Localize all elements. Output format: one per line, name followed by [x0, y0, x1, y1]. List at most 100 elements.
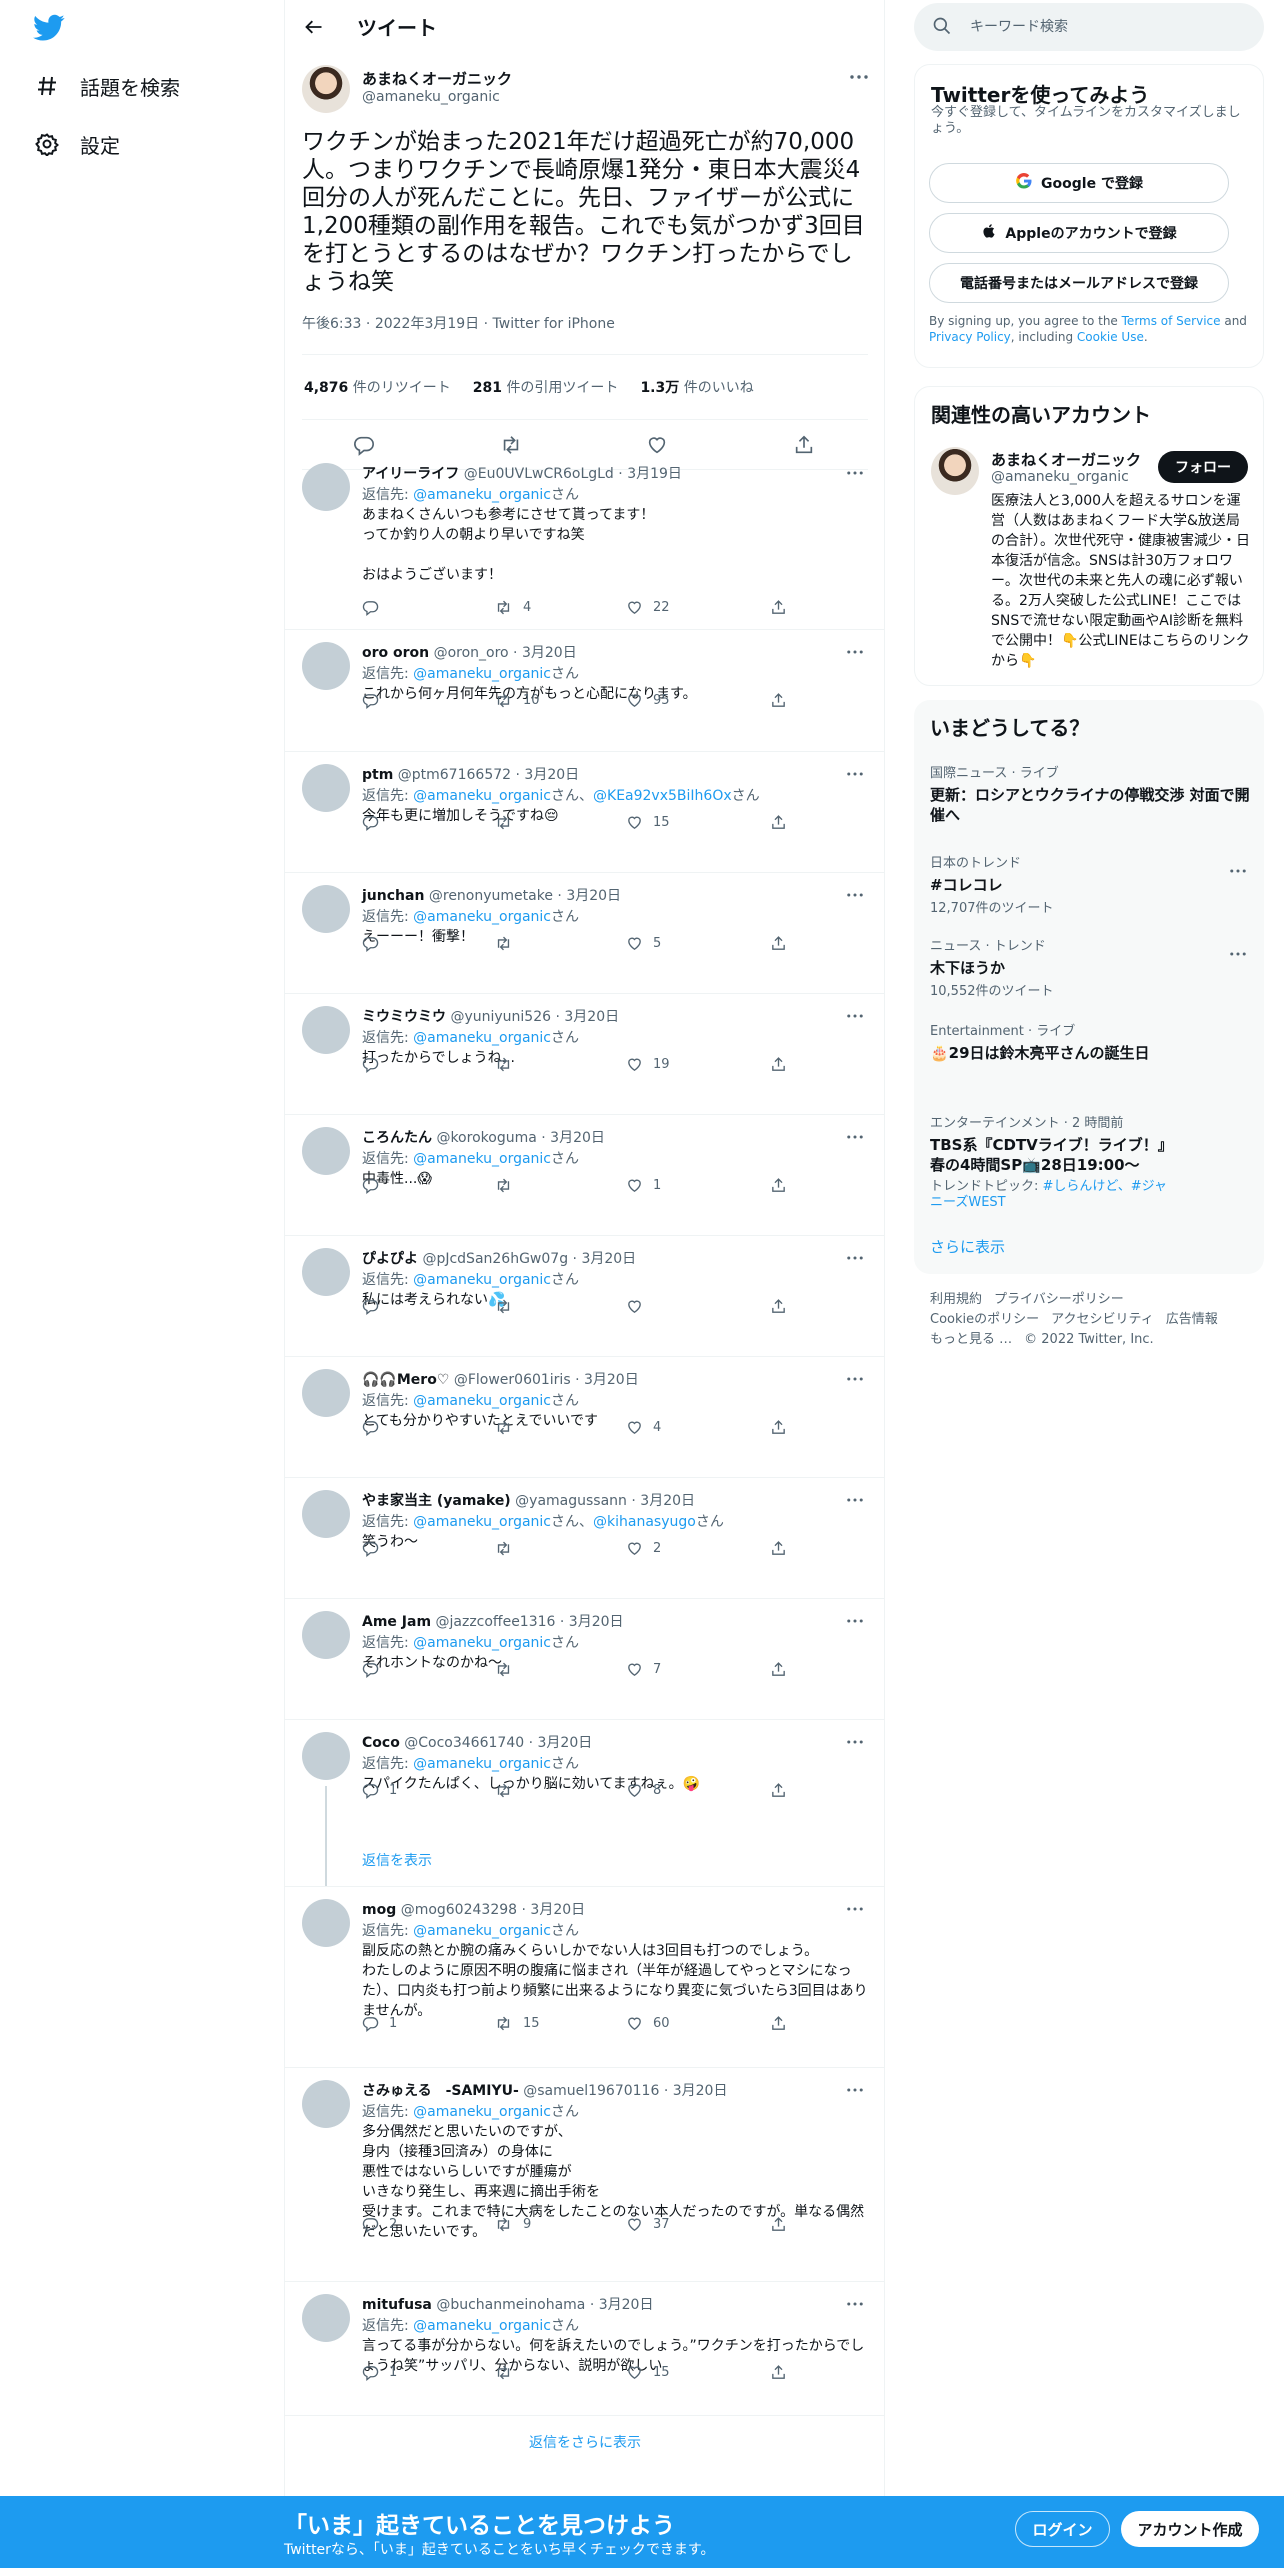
reply-date[interactable]: 3月20日 [640, 1493, 695, 1509]
reply-button[interactable] [362, 599, 389, 616]
more-options-icon[interactable] [1230, 941, 1246, 960]
related-account-avatar[interactable] [931, 447, 979, 495]
like-button[interactable]: 2 [626, 1540, 661, 1557]
share-button[interactable] [770, 2216, 787, 2233]
footer-more-link[interactable]: もっと見る … [930, 1332, 1012, 1347]
reply-to-mention[interactable]: @amaneku_organic [413, 2104, 551, 2120]
retweet-button[interactable] [494, 814, 523, 831]
reply-tweet[interactable]: ころんたん @korokoguma · 3月20日 返信先: @amaneku_o… [285, 1115, 885, 1236]
reply-avatar[interactable] [302, 1127, 350, 1175]
share-button[interactable] [770, 2015, 787, 2032]
reply-avatar[interactable] [302, 1006, 350, 1054]
reply-button[interactable]: 1 [362, 2364, 397, 2381]
reply-tweet[interactable]: アイリーライフ @Eu0UVLwCR6oLgLd · 3月19日 返信先: @am… [285, 451, 885, 630]
reply-avatar[interactable] [302, 463, 350, 511]
reply-date[interactable]: 3月20日 [522, 645, 577, 661]
like-button[interactable]: 7 [626, 1661, 661, 1678]
reply-date[interactable]: 3月20日 [599, 2297, 654, 2313]
like-button[interactable]: 19 [626, 1056, 670, 1073]
reply-date[interactable]: 3月20日 [550, 1130, 605, 1146]
like-button[interactable]: 1 [626, 1177, 661, 1194]
author-avatar[interactable] [302, 65, 350, 113]
see-more-trends-link[interactable]: さらに表示 [930, 1236, 1005, 1257]
reply-date[interactable]: 3月20日 [564, 1009, 619, 1025]
retweet-button[interactable]: 15 [494, 2015, 540, 2032]
reply-author-handle[interactable]: @buchanmeinohama [436, 2297, 585, 2313]
trend-item[interactable]: 日本のトレンド #コレコレ 12,707件のツイート [930, 852, 1250, 916]
share-button[interactable] [770, 599, 787, 616]
reply-date[interactable]: 3月20日 [566, 888, 621, 904]
like-button[interactable]: 15 [626, 814, 670, 831]
reply-author-handle[interactable]: @mog60243298 [401, 1902, 517, 1918]
reply-to-mention[interactable]: @kihanasyugo [593, 1514, 696, 1530]
reply-tweet[interactable]: さみゅえる -SAMIYU- @samuel19670116 · 3月20日 返信… [285, 2068, 885, 2282]
reply-tweet[interactable]: ミウミウミウ @yuniyuni526 · 3月20日 返信先: @amaneku… [285, 994, 885, 1115]
show-more-replies-link[interactable]: 返信をさらに表示 [285, 2432, 885, 2452]
retweet-button[interactable] [494, 1782, 523, 1799]
retweet-button[interactable] [494, 1661, 523, 1678]
reply-date[interactable]: 3月19日 [627, 466, 682, 482]
search-input[interactable] [970, 15, 1250, 39]
show-replies-link[interactable]: 返信を表示 [362, 1850, 432, 1870]
share-button[interactable] [770, 1056, 787, 1073]
twitter-logo-icon[interactable] [33, 14, 65, 42]
reply-author-handle[interactable]: @yuniyuni526 [450, 1009, 551, 1025]
reply-author-handle[interactable]: @oron_oro [434, 645, 509, 661]
reply-button[interactable] [362, 1298, 389, 1315]
share-button[interactable] [770, 935, 787, 952]
create-account-button[interactable]: アカウント作成 [1121, 2511, 1259, 2547]
reply-author-name[interactable]: junchan [362, 888, 424, 904]
nav-explore[interactable]: 話題を検索 [34, 66, 180, 106]
more-options-icon[interactable] [843, 1008, 867, 1024]
more-options-icon[interactable] [843, 1250, 867, 1266]
trend-item[interactable]: 国際ニュース · ライブ 更新：ロシアとウクライナの停戦交渉 対面で開催へ [930, 762, 1250, 825]
phone-email-signup-button[interactable]: 電話番号またはメールアドレスで登録 [929, 263, 1229, 303]
reply-tweet[interactable]: oro oron @oron_oro · 3月20日 返信先: @amaneku_… [285, 630, 885, 752]
more-options-icon[interactable] [843, 1613, 867, 1629]
reply-author-handle[interactable]: @Coco34661740 [404, 1735, 524, 1751]
reply-to-mention[interactable]: @KEa92vx5BiIh6Ox [593, 788, 732, 804]
reply-button[interactable]: 1 [362, 2015, 397, 2032]
reply-avatar[interactable] [302, 642, 350, 690]
reply-to-mention[interactable]: @amaneku_organic [413, 1923, 551, 1939]
reply-tweet[interactable]: mitufusa @buchanmeinohama · 3月20日 返信先: @a… [285, 2282, 885, 2416]
more-options-icon[interactable] [843, 644, 867, 660]
reply-author-name[interactable]: ミウミウミウ [362, 1009, 446, 1025]
reply-date[interactable]: 3月20日 [530, 1902, 585, 1918]
reply-author-handle[interactable]: @Eu0UVLwCR6oLgLd [464, 466, 614, 482]
reply-avatar[interactable] [302, 1611, 350, 1659]
reply-author-handle[interactable]: @jazzcoffee1316 [436, 1614, 556, 1630]
terms-of-service-link[interactable]: Terms of Service [1122, 314, 1221, 328]
reply-author-name[interactable]: 🎧🎧Mero♡ [362, 1372, 449, 1388]
like-button[interactable]: 8 [626, 1782, 661, 1799]
like-button[interactable] [626, 1298, 653, 1315]
reply-author-handle[interactable]: @Flower0601iris [454, 1372, 571, 1388]
reply-avatar[interactable] [302, 1490, 350, 1538]
reply-avatar[interactable] [302, 1248, 350, 1296]
reply-author-name[interactable]: Coco [362, 1735, 400, 1751]
reply-tweet[interactable]: ptm @ptm67166572 · 3月20日 返信先: @amaneku_or… [285, 752, 885, 873]
retweet-button[interactable] [494, 1419, 523, 1436]
author-name[interactable]: あまねくオーガニック [362, 68, 512, 89]
reply-avatar[interactable] [302, 2080, 350, 2128]
reply-to-mention[interactable]: @amaneku_organic [413, 1393, 551, 1409]
related-account-name[interactable]: あまねくオーガニック [991, 449, 1141, 470]
reply-to-mention[interactable]: @amaneku_organic [413, 487, 551, 503]
like-button[interactable]: 60 [626, 2015, 670, 2032]
reply-author-name[interactable]: アイリーライフ [362, 466, 459, 482]
reply-author-name[interactable]: mog [362, 1902, 396, 1918]
reply-date[interactable]: 3月20日 [673, 2083, 728, 2099]
footer-ads-link[interactable]: 広告情報 [1166, 1312, 1218, 1327]
share-button[interactable] [770, 1782, 787, 1799]
reply-date[interactable]: 3月20日 [584, 1372, 639, 1388]
google-signup-button[interactable]: Google で登録 [929, 163, 1229, 203]
reply-author-handle[interactable]: @yamagussann [515, 1493, 627, 1509]
trend-item[interactable]: ニュース · トレンド 木下ほうか 10,552件のツイート [930, 935, 1250, 999]
reply-button[interactable] [362, 692, 389, 709]
apple-signup-button[interactable]: Appleのアカウントで登録 [929, 213, 1229, 253]
reply-button[interactable] [362, 1056, 389, 1073]
reply-author-name[interactable]: ぴよぴよ [362, 1251, 418, 1267]
retweets-stat[interactable]: 4,876 件のリツイート [304, 377, 451, 397]
nav-settings[interactable]: 設定 [34, 124, 120, 164]
more-options-icon[interactable] [843, 1734, 867, 1750]
